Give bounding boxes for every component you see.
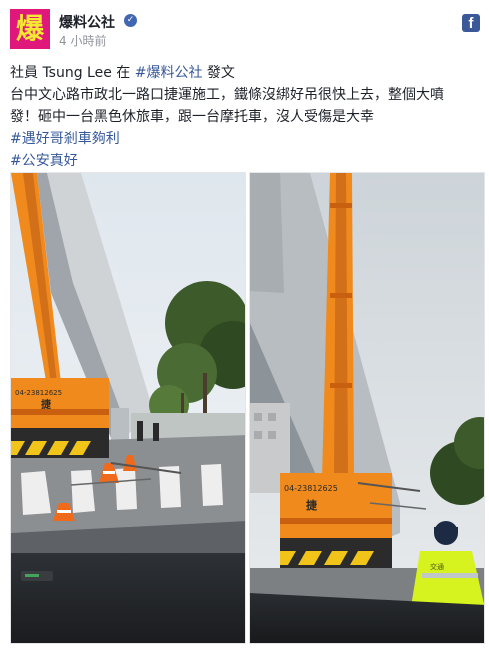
hashtag-link[interactable]: #遇好哥剎車夠利: [10, 128, 480, 150]
post-line-1-prefix: 社員 Tsung Lee 在: [10, 65, 135, 81]
post-photo-right[interactable]: 04-23812625 捷 交通: [249, 172, 485, 644]
post-line-1: 社員 Tsung Lee 在 #爆料公社 發文: [10, 62, 480, 84]
photo-grid: 04-23812625 捷 04-23812625 捷 交通: [10, 172, 488, 644]
hashtag-link[interactable]: #公安真好: [10, 150, 480, 172]
post-header: 爆 爆料公社 ✓ 4 小時前 f: [10, 9, 480, 53]
post-timestamp[interactable]: 4 小時前: [59, 32, 106, 49]
verified-badge-icon: ✓: [124, 14, 137, 27]
hashtag-link[interactable]: #爆料公社: [135, 65, 203, 81]
post-body: 社員 Tsung Lee 在 #爆料公社 發文 台中文心路市政北一路口捷運施工，…: [10, 62, 480, 172]
page-name[interactable]: 爆料公社: [59, 12, 115, 32]
crane-char-label: 捷: [41, 398, 52, 411]
post-line-1-suffix: 發文: [202, 65, 235, 81]
crane-phone-label: 04-23812625: [284, 484, 338, 493]
vest-label: 交通: [430, 562, 444, 571]
post-line-3: 發！砸中一台黑色休旅車，跟一台摩托車，沒人受傷是大幸: [10, 109, 374, 125]
facebook-icon[interactable]: f: [462, 14, 480, 32]
post-photo-left[interactable]: 04-23812625 捷: [10, 172, 246, 644]
post-line-2: 台中文心路市政北一路口捷運施工，鐵條沒綁好吊很快上去，整個大噴: [10, 87, 444, 103]
crane-char-label: 捷: [306, 498, 318, 512]
crane-phone-label: 04-23812625: [15, 389, 62, 397]
page-avatar[interactable]: 爆: [10, 9, 50, 49]
photo-right-scene: 04-23812625 捷 交通: [250, 173, 484, 643]
photo-left-scene: 04-23812625 捷: [11, 173, 245, 643]
